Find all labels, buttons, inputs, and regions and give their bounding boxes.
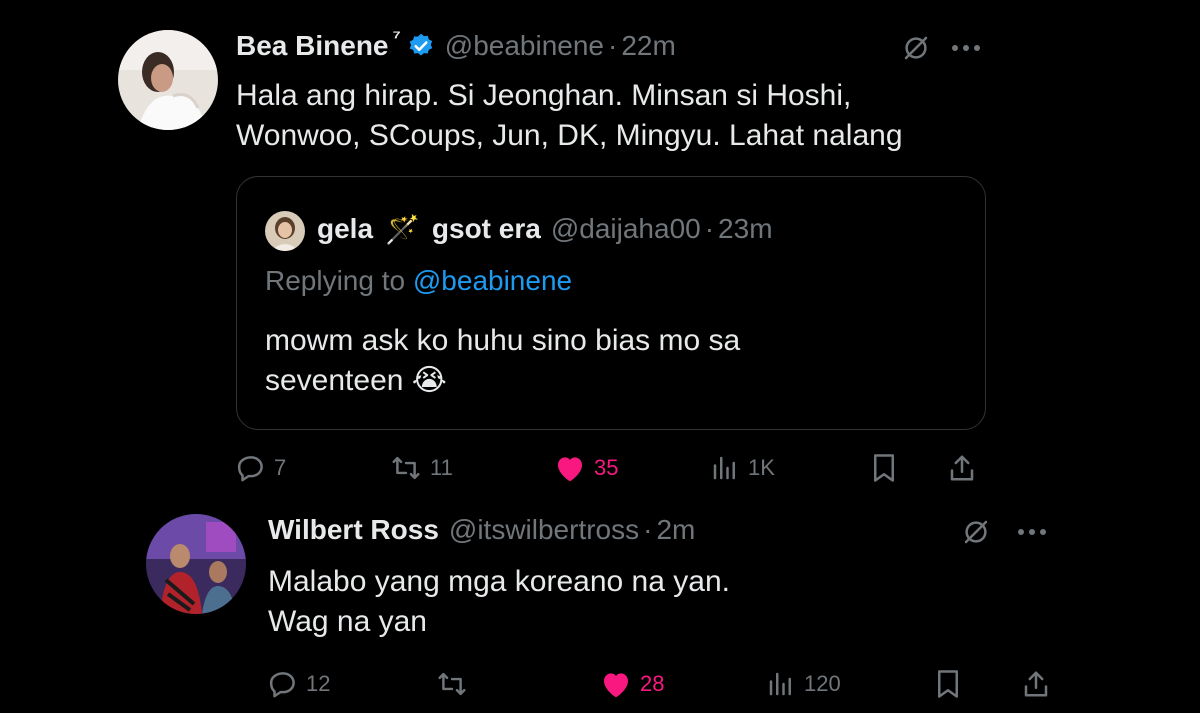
- quoted-handle[interactable]: @daijaha00: [551, 213, 701, 245]
- bookmark-icon[interactable]: [868, 452, 900, 484]
- action-bar: 12 28 120: [268, 664, 1068, 704]
- quoted-text-line: mowm ask ko huhu sino bias mo sa: [265, 324, 741, 357]
- replying-to-label: Replying to: [265, 265, 406, 296]
- display-name[interactable]: Wilbert Ross: [268, 514, 439, 546]
- reply-icon: [236, 453, 266, 483]
- separator: ·: [704, 213, 715, 244]
- repost-icon: [390, 453, 422, 483]
- grok-icon[interactable]: [898, 30, 934, 66]
- like-button[interactable]: 35: [554, 448, 618, 488]
- tweet-text-line: Wonwoo, SCoups, Jun, DK, Mingyu. Lahat n…: [236, 119, 903, 152]
- quoted-tweet[interactable]: gela 🪄 gsot era @daijaha00 · 23m Replyin…: [236, 176, 986, 430]
- heart-icon: [554, 453, 586, 483]
- tweet-text-line: Wag na yan: [268, 605, 427, 638]
- quoted-timestamp[interactable]: 23m: [718, 213, 772, 245]
- separator: ·: [608, 30, 618, 61]
- views-button[interactable]: 1K: [710, 448, 775, 488]
- avatar[interactable]: [146, 514, 246, 614]
- handle[interactable]: @itswilbertross: [449, 514, 639, 546]
- repost-count: 11: [430, 455, 453, 480]
- timestamp[interactable]: 22m: [621, 30, 675, 62]
- share-icon[interactable]: [1020, 668, 1052, 700]
- views-count: 120: [804, 671, 841, 696]
- reply-count: 7: [274, 455, 287, 480]
- quoted-text: mowm ask ko huhu sino bias mo sa sevente…: [265, 321, 965, 401]
- more-icon[interactable]: [1012, 514, 1052, 550]
- tweet-text: Malabo yang mga koreano na yan. Wag na y…: [268, 562, 1068, 642]
- bookmark-icon[interactable]: [932, 668, 964, 700]
- grok-icon[interactable]: [958, 514, 994, 550]
- quoted-display-name-suffix[interactable]: gsot era: [432, 213, 541, 245]
- views-icon: [766, 669, 796, 699]
- tweet-text-line: Malabo yang mga koreano na yan.: [268, 565, 730, 598]
- share-icon[interactable]: [946, 452, 978, 484]
- like-count: 35: [594, 455, 619, 480]
- verified-badge-icon: [407, 32, 435, 60]
- handle[interactable]: @beabinene: [445, 30, 604, 62]
- like-count: 28: [640, 671, 665, 696]
- timestamp[interactable]: 2m: [656, 514, 695, 546]
- more-icon[interactable]: [946, 30, 986, 66]
- views-button[interactable]: 120: [766, 664, 841, 704]
- quoted-avatar[interactable]: [265, 211, 305, 251]
- tweet-text-line: Hala ang hirap. Si Jeonghan. Minsan si H…: [236, 79, 852, 112]
- heart-icon: [600, 669, 632, 699]
- repost-button[interactable]: [436, 664, 468, 704]
- separator: ·: [643, 514, 653, 545]
- display-name[interactable]: Bea Binene: [236, 30, 389, 62]
- views-count: 1K: [748, 455, 775, 480]
- reply-count: 12: [306, 671, 331, 696]
- like-button[interactable]: 28: [600, 664, 664, 704]
- action-bar: 7 11 35 1K: [236, 448, 996, 488]
- repost-icon: [436, 669, 468, 699]
- crying-emoji: 😭: [411, 364, 447, 397]
- views-icon: [710, 453, 740, 483]
- reply-icon: [268, 669, 298, 699]
- wand-emoji: 🪄: [385, 213, 420, 245]
- repost-button[interactable]: 11: [390, 448, 453, 488]
- name-suffix: ⁷: [392, 26, 401, 49]
- replying-to-handle[interactable]: @beabinene: [413, 265, 572, 296]
- quoted-display-name[interactable]: gela: [317, 213, 373, 245]
- tweet-text: Hala ang hirap. Si Jeonghan. Minsan si H…: [236, 76, 1016, 156]
- reply-button[interactable]: 7: [236, 448, 286, 488]
- avatar[interactable]: [118, 30, 218, 130]
- quoted-text-line: seventeen: [265, 364, 404, 397]
- replying-to: Replying to @beabinene: [265, 265, 572, 297]
- reply-button[interactable]: 12: [268, 664, 330, 704]
